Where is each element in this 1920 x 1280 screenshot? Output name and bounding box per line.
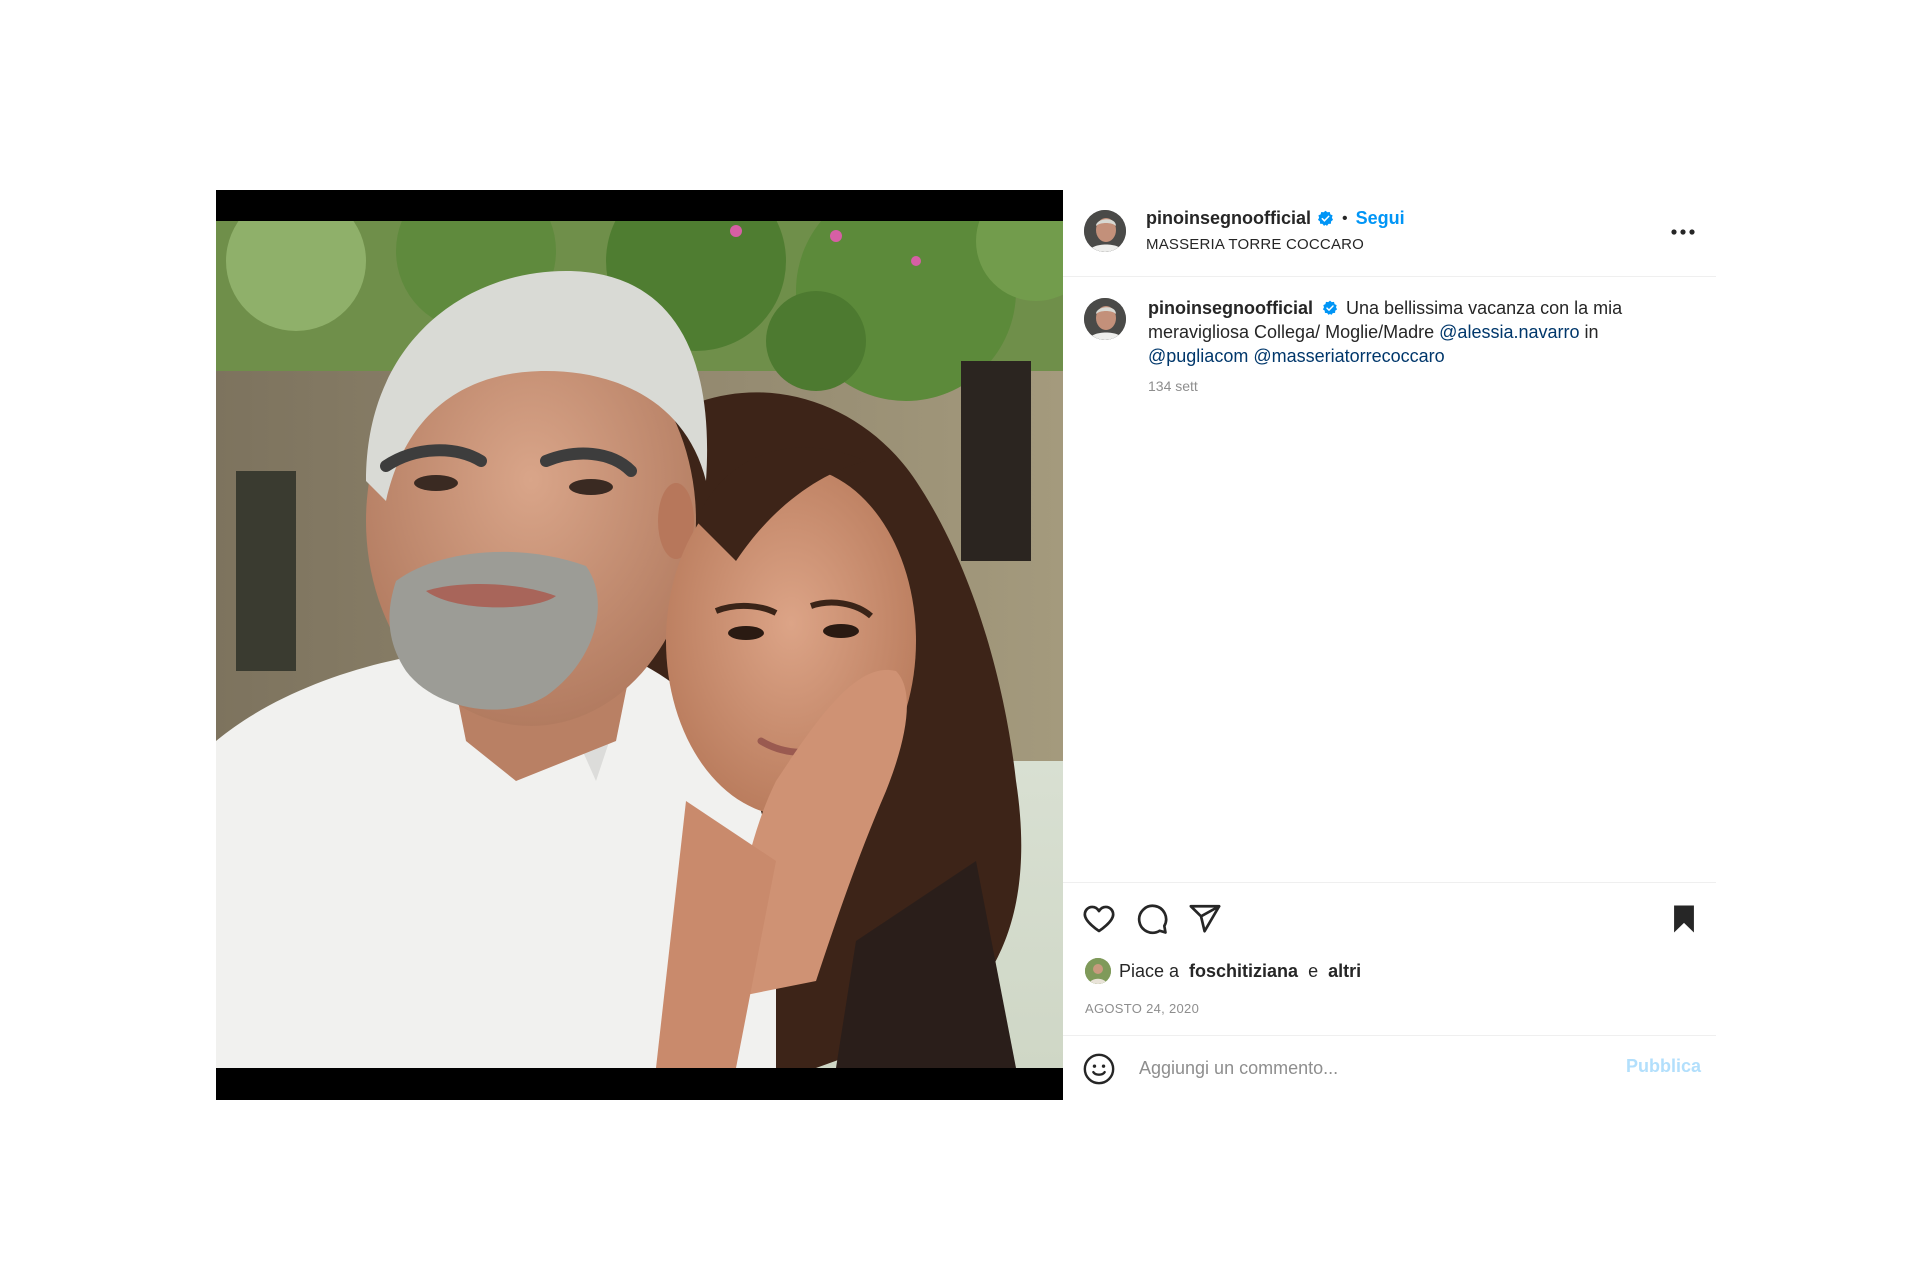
likes-others-link[interactable]: altri bbox=[1328, 961, 1361, 982]
post-photo[interactable] bbox=[216, 221, 1063, 1068]
comment-bar: Pubblica bbox=[1063, 1035, 1716, 1102]
post-side-panel: pinoinsegnoofficial • Segui MASSERIA TOR… bbox=[1063, 190, 1716, 1100]
author-avatar[interactable] bbox=[1084, 210, 1126, 252]
mention-link[interactable]: @pugliacom bbox=[1148, 346, 1248, 366]
publish-button[interactable]: Pubblica bbox=[1626, 1056, 1701, 1077]
likes-summary: Piace a foschitiziana e altri bbox=[1085, 958, 1361, 984]
verified-badge-icon bbox=[1317, 210, 1334, 226]
mention-link[interactable]: @alessia.navarro bbox=[1439, 322, 1579, 342]
post-location[interactable]: MASSERIA TORRE COCCARO bbox=[1146, 236, 1364, 253]
header-user-line: pinoinsegnoofficial • Segui bbox=[1146, 208, 1405, 229]
share-icon[interactable] bbox=[1188, 902, 1222, 936]
heart-icon[interactable] bbox=[1082, 902, 1116, 936]
separator-dot: • bbox=[1342, 209, 1348, 227]
post-header: pinoinsegnoofficial • Segui MASSERIA TOR… bbox=[1063, 190, 1716, 277]
follow-button[interactable]: Segui bbox=[1356, 208, 1405, 229]
caption-author-username[interactable]: pinoinsegnoofficial bbox=[1148, 298, 1313, 318]
more-options-icon[interactable] bbox=[1668, 220, 1698, 244]
caption-age[interactable]: 134 sett bbox=[1148, 378, 1198, 394]
post-actions: Piace a foschitiziana e altri AGOSTO 24,… bbox=[1063, 882, 1716, 1101]
comment-icon[interactable] bbox=[1135, 902, 1169, 936]
verified-badge-icon bbox=[1322, 300, 1338, 315]
post-media[interactable] bbox=[216, 190, 1063, 1100]
liker-avatar[interactable] bbox=[1085, 958, 1111, 984]
author-username[interactable]: pinoinsegnoofficial bbox=[1146, 208, 1311, 229]
likes-and: e bbox=[1308, 960, 1319, 981]
bookmark-icon[interactable] bbox=[1667, 902, 1701, 936]
caption-text: pinoinsegnoofficial Una bellissima vacan… bbox=[1148, 296, 1678, 368]
caption-text-part: in bbox=[1584, 322, 1599, 342]
mention-link[interactable]: @masseriatorrecoccaro bbox=[1253, 346, 1444, 366]
caption-author-avatar[interactable] bbox=[1084, 298, 1126, 340]
liker-username[interactable]: foschitiziana bbox=[1189, 961, 1298, 982]
likes-prefix: Piace a bbox=[1119, 960, 1180, 981]
comment-input[interactable] bbox=[1137, 1052, 1581, 1084]
post-date[interactable]: AGOSTO 24, 2020 bbox=[1085, 1001, 1199, 1016]
instagram-post: pinoinsegnoofficial • Segui MASSERIA TOR… bbox=[216, 190, 1716, 1100]
emoji-icon[interactable] bbox=[1082, 1052, 1116, 1086]
